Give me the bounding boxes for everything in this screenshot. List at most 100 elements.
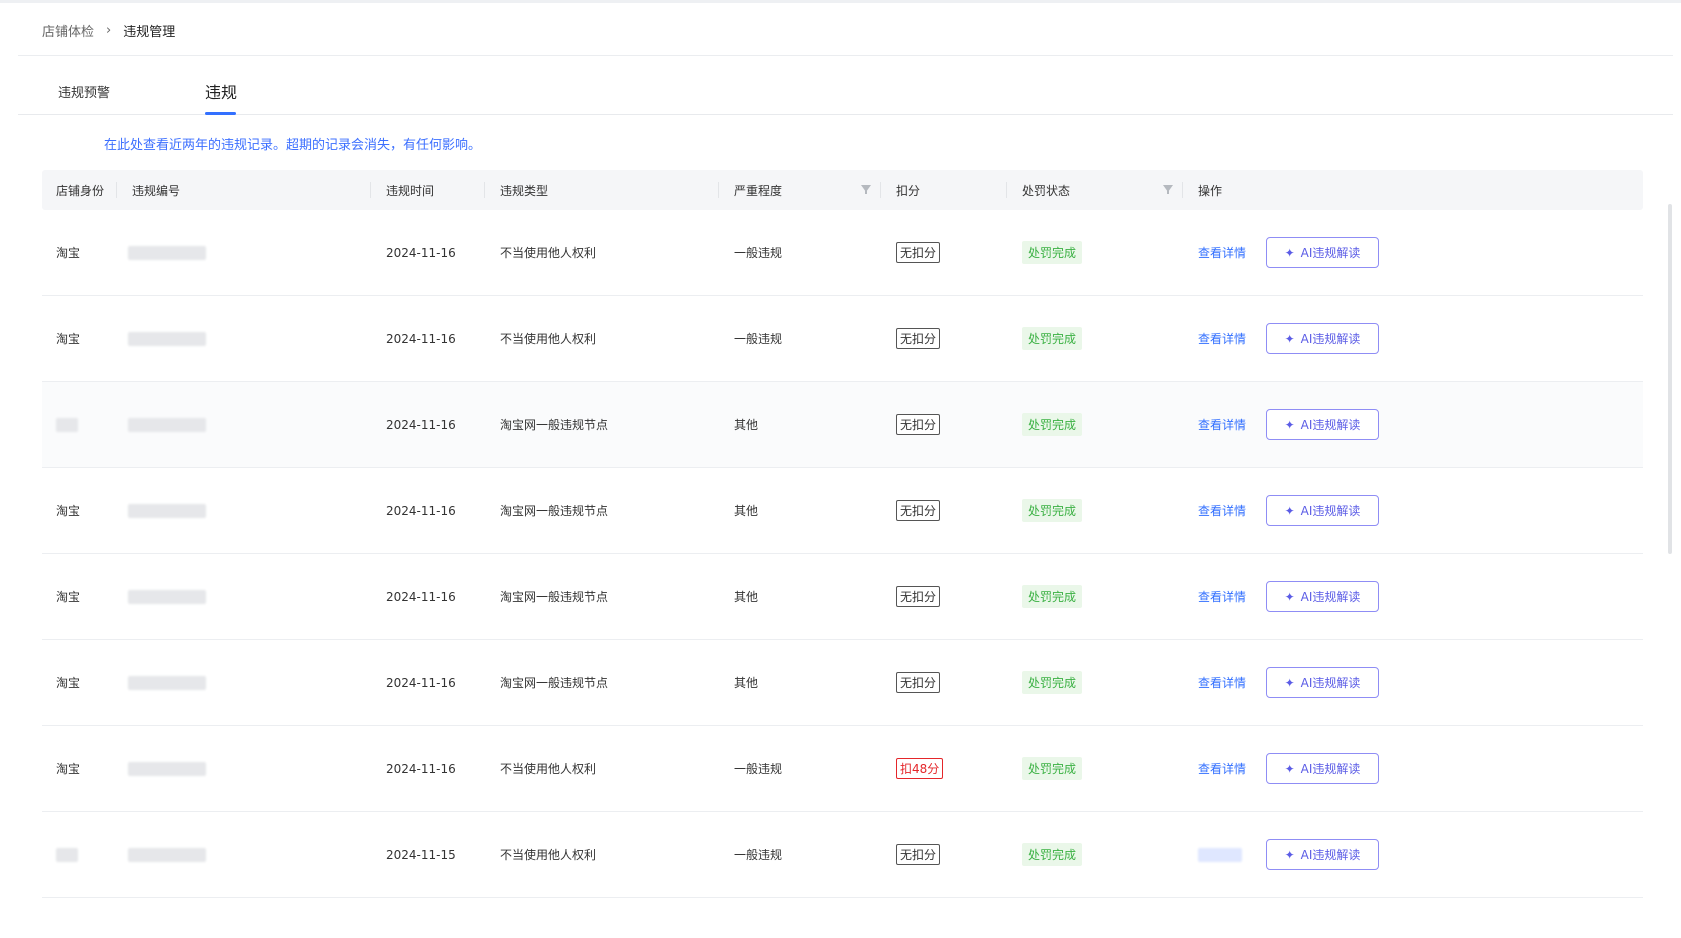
table-body: 淘宝 2024-11-16 不当使用他人权利 一般违规 无扣分 处罚完成 查看详情 ✦ AI违规… [42,210,1643,898]
severity: 其他 [734,504,759,518]
status-cell: 处罚完成 [1022,812,1083,897]
deduction-cell: 无扣分 [896,296,941,381]
status-badge: 处罚完成 [1022,241,1083,264]
view-details-link[interactable]: 查看详情 [1198,674,1246,691]
table-row: 2024-11-16 淘宝网一般违规节点 其他 无扣分 处罚完成 查看详情 ✦ AI违规解读 [42,382,1643,468]
col-divider [880,182,881,198]
status-badge: 处罚完成 [1022,671,1083,694]
col-divider [1006,182,1007,198]
breadcrumb-parent[interactable]: 店铺体检 [42,21,94,40]
violation-type: 不当使用他人权利 [500,848,597,862]
violation-id-cell [128,640,206,725]
table-row: 淘宝 2024-11-16 淘宝网一般违规节点 其他 无扣分 处罚完成 查看详情 ✦ AI违规解… [42,640,1643,726]
col-divider [370,182,371,198]
deduction-cell: 无扣分 [896,210,941,295]
tab-bar: 违规预警 违规 [18,70,1673,115]
severity: 一般违规 [734,332,783,346]
shop-identity-cell: 淘宝 [56,468,80,553]
col-divider [1182,182,1183,198]
shop-identity: 淘宝 [56,590,81,604]
status-badge: 处罚完成 [1022,585,1083,608]
ai-violation-interpret-button[interactable]: ✦ AI违规解读 [1266,753,1379,784]
active-tab-indicator [205,112,236,115]
col-shop-identity: 店铺身份 [56,183,105,198]
severity: 其他 [734,418,759,432]
sparkle-icon: ✦ [1284,331,1295,346]
col-violation-time: 违规时间 [386,183,435,198]
redacted-violation-id [128,245,206,260]
ai-violation-interpret-button[interactable]: ✦ AI违规解读 [1266,839,1379,870]
status-filter-icon[interactable] [1163,185,1173,194]
violation-type: 不当使用他人权利 [500,762,597,776]
redacted-violation-id [128,503,206,518]
severity: 一般违规 [734,246,783,260]
ai-button-label: AI违规解读 [1300,676,1361,690]
status-cell: 处罚完成 [1022,296,1083,381]
col-divider [718,182,719,198]
shop-identity: 淘宝 [56,332,81,346]
ai-button-label: AI违规解读 [1300,504,1361,518]
violation-time: 2024-11-16 [386,589,456,604]
severity-filter-icon[interactable] [861,185,871,194]
ai-violation-interpret-button[interactable]: ✦ AI违规解读 [1266,495,1379,526]
deduction-cell: 扣48分 [896,726,944,811]
violation-id-cell [128,382,206,467]
scrollbar[interactable] [1668,204,1672,554]
table-row: 淘宝 2024-11-16 不当使用他人权利 一般违规 扣48分 处罚完成 查看详情 ✦ AI违… [42,726,1643,812]
tab-violation[interactable]: 违规 [205,70,237,114]
action-link-cell: 查看详情 [1198,382,1246,467]
status-badge: 处罚完成 [1022,327,1083,350]
violation-type: 淘宝网一般违规节点 [500,676,609,690]
deduction-cell: 无扣分 [896,468,941,553]
shop-identity-cell: 淘宝 [56,210,80,295]
ai-button-cell: ✦ AI违规解读 [1266,210,1379,295]
status-cell: 处罚完成 [1022,468,1083,553]
tab-violation-warning[interactable]: 违规预警 [58,70,110,114]
ai-violation-interpret-button[interactable]: ✦ AI违规解读 [1266,581,1379,612]
table-row: 淘宝 2024-11-16 淘宝网一般违规节点 其他 无扣分 处罚完成 查看详情 ✦ AI违规解… [42,468,1643,554]
redacted-violation-id [128,847,206,862]
col-violation-type: 违规类型 [500,183,549,198]
ai-violation-interpret-button[interactable]: ✦ AI违规解读 [1266,667,1379,698]
ai-violation-interpret-button[interactable]: ✦ AI违规解读 [1266,237,1379,268]
violation-table: 店铺身份 违规编号 违规时间 违规类型 严重程度 扣分 处罚状态 操作 淘宝 20… [42,170,1643,898]
table-header: 店铺身份 违规编号 违规时间 违规类型 严重程度 扣分 处罚状态 操作 [42,170,1643,210]
sparkle-icon: ✦ [1284,589,1295,604]
violation-time: 2024-11-16 [386,417,456,432]
redacted-shop [56,847,78,862]
view-details-link[interactable]: 查看详情 [1198,330,1246,347]
violation-type: 淘宝网一般违规节点 [500,418,609,432]
ai-violation-interpret-button[interactable]: ✦ AI违规解读 [1266,409,1379,440]
table-row: 淘宝 2024-11-16 不当使用他人权利 一般违规 无扣分 处罚完成 查看详情 ✦ AI违规… [42,296,1643,382]
view-details-link[interactable]: 查看详情 [1198,760,1246,777]
deduction-badge: 无扣分 [896,500,941,521]
view-details-link[interactable]: 查看详情 [1198,416,1246,433]
deduction-badge: 无扣分 [896,414,941,435]
violation-type: 淘宝网一般违规节点 [500,590,609,604]
status-cell: 处罚完成 [1022,210,1083,295]
action-link-cell: 查看详情 [1198,296,1246,381]
violation-id-cell [128,468,206,553]
ai-button-cell: ✦ AI违规解读 [1266,812,1379,897]
violation-time: 2024-11-16 [386,503,456,518]
shop-identity-cell: 淘宝 [56,554,80,639]
view-details-link[interactable]: 查看详情 [1198,244,1246,261]
violation-type: 不当使用他人权利 [500,332,597,346]
severity: 其他 [734,676,759,690]
violation-id-cell [128,296,206,381]
col-actions: 操作 [1198,183,1223,198]
table-row: 淘宝 2024-11-16 不当使用他人权利 一般违规 无扣分 处罚完成 查看详情 ✦ AI违规… [42,210,1643,296]
view-details-link[interactable]: 查看详情 [1198,588,1246,605]
sparkle-icon: ✦ [1284,847,1295,862]
ai-button-cell: ✦ AI违规解读 [1266,296,1379,381]
violation-id-cell [128,210,206,295]
severity: 一般违规 [734,848,783,862]
deduction-badge: 无扣分 [896,844,941,865]
redacted-violation-id [128,331,206,346]
shop-identity-cell [56,382,78,467]
breadcrumb-current: 违规管理 [123,24,176,40]
view-details-link[interactable]: 查看详情 [1198,502,1246,519]
ai-violation-interpret-button[interactable]: ✦ AI违规解读 [1266,323,1379,354]
violation-time: 2024-11-16 [386,675,456,690]
deduction-cell: 无扣分 [896,382,941,467]
